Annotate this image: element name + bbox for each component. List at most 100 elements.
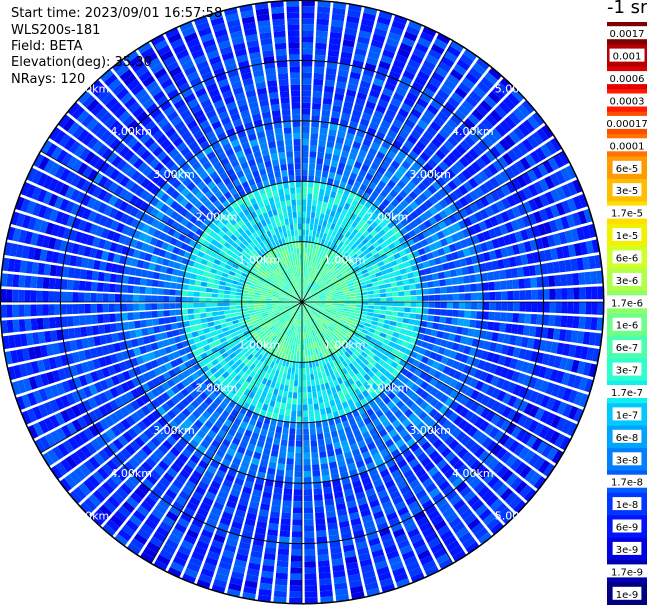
range-gate <box>285 409 291 417</box>
range-gate <box>202 271 210 277</box>
range-gate <box>317 548 329 556</box>
range-gate <box>315 48 327 56</box>
range-gate <box>302 126 310 133</box>
range-gate <box>408 278 416 284</box>
range-gate <box>402 279 410 285</box>
range-gate <box>6 304 13 318</box>
range-gate <box>323 91 334 99</box>
range-gate <box>306 211 311 218</box>
range-gate <box>309 428 316 435</box>
range-gate <box>54 304 61 315</box>
range-gate <box>97 314 104 324</box>
range-gate <box>305 356 309 363</box>
range-gate <box>230 309 237 314</box>
range-gate <box>247 302 254 305</box>
range-gate <box>247 296 254 300</box>
range-gate <box>205 307 212 313</box>
range-gate <box>432 273 439 280</box>
range-gate <box>316 206 322 214</box>
range-gate <box>483 302 490 310</box>
range-gate <box>302 356 306 363</box>
range-gate <box>280 402 286 410</box>
range-gate <box>311 385 317 392</box>
range-gate <box>320 463 329 470</box>
range-gate <box>302 211 306 218</box>
range-gate <box>372 317 379 322</box>
range-gate <box>372 285 380 290</box>
range-gate <box>151 303 158 310</box>
range-gate <box>355 292 362 296</box>
range-gate <box>309 367 314 374</box>
range-gate <box>253 302 260 305</box>
range-gate <box>561 288 568 300</box>
range-gate <box>90 281 98 292</box>
range-gate <box>291 543 302 550</box>
range-gate <box>416 308 423 314</box>
range-gate <box>211 293 218 298</box>
range-gate <box>321 109 331 117</box>
range-gate <box>12 274 20 288</box>
range-gate <box>292 392 298 399</box>
range-gate <box>289 585 302 592</box>
range-gate <box>18 304 25 317</box>
range-gate <box>307 392 313 399</box>
range-gate <box>310 211 316 219</box>
range-gate <box>295 446 302 453</box>
range-gate <box>197 269 205 276</box>
range-gate <box>169 296 176 302</box>
range-gate <box>78 292 85 302</box>
range-gate <box>275 426 283 434</box>
range-gate <box>138 295 146 302</box>
range-gate <box>290 555 302 562</box>
range-gate <box>36 290 43 302</box>
range-gate <box>200 318 208 324</box>
range-gate <box>349 307 357 310</box>
range-gate <box>283 488 293 495</box>
range-gate <box>338 303 345 306</box>
range-gate <box>195 324 203 331</box>
range-gate <box>207 321 215 327</box>
range-gate <box>302 114 310 121</box>
range-gate <box>302 78 312 85</box>
range-gate <box>324 85 334 93</box>
range-gate <box>328 197 335 205</box>
range-gate <box>305 350 308 357</box>
range-gate <box>525 290 532 300</box>
range-gate <box>518 313 526 324</box>
range-gate <box>367 312 374 317</box>
range-gate <box>399 328 407 335</box>
range-gate <box>284 482 293 489</box>
range-gate <box>303 476 312 484</box>
range-gate <box>590 271 598 285</box>
range-gate <box>214 324 222 330</box>
range-gate <box>338 297 345 300</box>
range-gate <box>220 276 228 282</box>
range-gate <box>290 373 295 381</box>
range-gate <box>302 48 313 55</box>
range-gate <box>314 500 324 507</box>
range-gate <box>98 324 106 335</box>
range-gate <box>151 311 158 318</box>
range-gate <box>315 30 328 38</box>
range-gate <box>310 373 315 380</box>
range-gate <box>175 303 182 309</box>
range-gate <box>138 303 146 311</box>
range-gate <box>6 289 13 302</box>
range-gate <box>306 380 311 387</box>
range-gate <box>327 202 333 210</box>
range-gate <box>169 282 177 289</box>
range-gate <box>302 326 304 333</box>
range-gate <box>388 325 396 331</box>
range-gate <box>317 554 330 562</box>
range-gate <box>219 319 227 324</box>
range-gate <box>78 315 86 326</box>
range-gate <box>213 279 221 285</box>
range-gate <box>306 368 310 375</box>
range-gate <box>199 286 207 292</box>
range-gate <box>302 108 311 115</box>
range-gate <box>85 315 92 325</box>
range-gate <box>397 285 404 291</box>
range-gate <box>302 181 308 188</box>
range-gate <box>383 319 391 325</box>
range-gate <box>314 66 325 74</box>
